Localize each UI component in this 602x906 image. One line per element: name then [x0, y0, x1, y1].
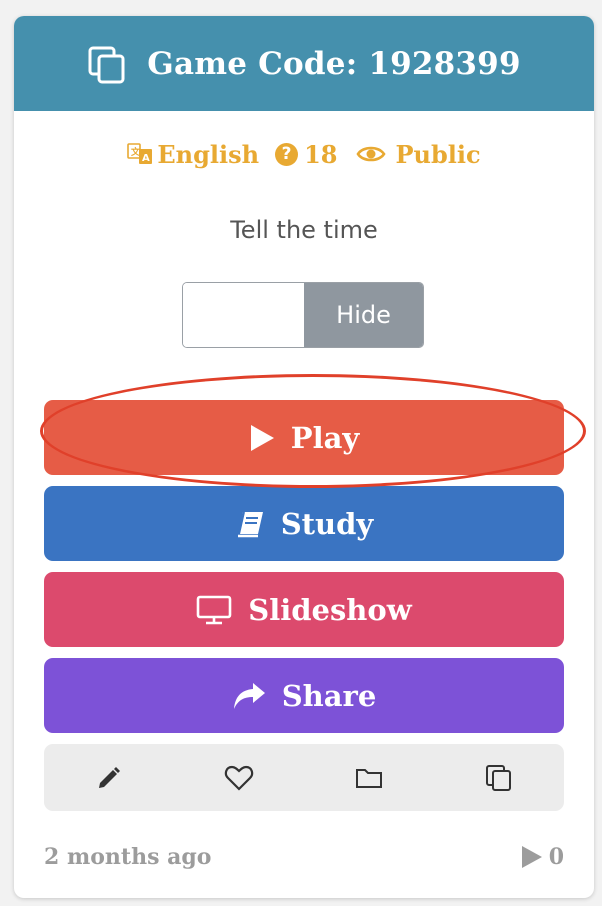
play-icon — [521, 846, 542, 868]
folder-button[interactable] — [304, 744, 434, 811]
heart-icon — [224, 765, 254, 791]
play-count-value: 0 — [548, 844, 564, 870]
game-title: Tell the time — [230, 216, 378, 244]
play-label: Play — [290, 420, 360, 455]
monitor-icon — [196, 595, 232, 624]
svg-text:A: A — [142, 153, 150, 164]
pencil-icon — [99, 766, 120, 788]
duplicate-button[interactable] — [434, 744, 564, 811]
slideshow-label: Slideshow — [248, 592, 412, 627]
action-toolbar — [44, 744, 564, 811]
game-card: Game Code: 1928399 文 A English ? 18 Publ… — [14, 16, 594, 898]
visibility-badge: Public — [338, 140, 481, 169]
toggle-blank-side[interactable] — [183, 283, 304, 347]
svg-text:文: 文 — [130, 146, 141, 158]
play-icon — [250, 424, 274, 451]
question-circle-icon: ? — [275, 142, 299, 166]
study-button[interactable]: Study — [44, 486, 564, 561]
eye-icon — [355, 146, 386, 162]
slideshow-button[interactable]: Slideshow — [44, 572, 564, 647]
card-header: Game Code: 1928399 — [14, 16, 594, 111]
book-icon — [237, 511, 263, 537]
created-date: 2 months ago — [44, 844, 212, 870]
edit-button[interactable] — [44, 744, 174, 811]
visibility-label: Public — [395, 139, 481, 169]
language-label: English — [157, 139, 260, 169]
favorite-button[interactable] — [174, 744, 304, 811]
share-button[interactable]: Share — [44, 658, 564, 733]
game-code-title: Game Code: 1928399 — [147, 45, 521, 82]
folder-icon — [356, 768, 382, 788]
game-meta: 文 A English ? 18 Public — [14, 136, 594, 172]
language-badge: 文 A English — [127, 140, 259, 169]
study-label: Study — [280, 506, 374, 541]
play-button[interactable]: Play — [44, 400, 564, 475]
toggle-hide-side[interactable]: Hide — [304, 283, 423, 347]
share-label: Share — [281, 678, 377, 713]
copy-icon — [486, 764, 511, 791]
share-arrow-icon — [233, 682, 265, 709]
hide-toggle[interactable]: Hide — [182, 282, 424, 348]
play-count: 0 — [521, 844, 564, 870]
question-count-badge: ? 18 — [259, 139, 338, 169]
copy-icon[interactable] — [87, 45, 127, 85]
question-count: 18 — [304, 139, 338, 169]
translate-icon: 文 A — [127, 143, 153, 164]
